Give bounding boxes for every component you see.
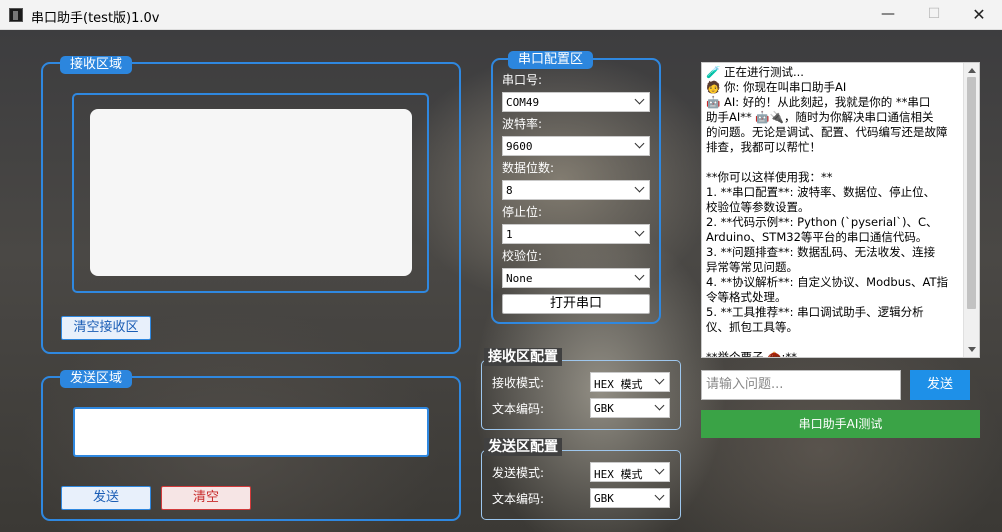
chat-line: 校验位等参数设置。 bbox=[706, 200, 810, 214]
maximize-button[interactable]: ☐ bbox=[911, 0, 957, 30]
chat-line: 仪、抓包工具等。 bbox=[706, 320, 798, 334]
send-button[interactable]: 发送 bbox=[61, 486, 151, 510]
tx-mode-label: 发送模式: bbox=[492, 466, 545, 480]
chat-line: 5. **工具推荐**: 串口调试助手、逻辑分析 bbox=[706, 305, 924, 319]
chat-line: 🤖 AI: 好的！从此刻起，我就是你的 **串口 bbox=[706, 95, 931, 109]
chat-line: 3. **问题排查**: 数据乱码、无法收发、连接 bbox=[706, 245, 936, 259]
ai-test-button[interactable]: 串口助手AI测试 bbox=[701, 410, 980, 438]
baud-select[interactable]: 9600 bbox=[502, 136, 650, 156]
baud-value: 9600 bbox=[506, 140, 533, 153]
chat-line bbox=[706, 155, 960, 170]
chat-line: 🧑 你: 你现在叫串口助手AI bbox=[706, 80, 847, 94]
chevron-down-icon bbox=[634, 182, 645, 193]
receive-textarea[interactable] bbox=[90, 109, 412, 276]
chat-line: **举个栗子 🌰:** bbox=[706, 350, 797, 358]
port-label: 串口号: bbox=[502, 73, 543, 87]
parity-label: 校验位: bbox=[502, 249, 543, 263]
tx-config-group bbox=[481, 450, 681, 520]
chat-line: 令等格式处理。 bbox=[706, 290, 787, 304]
parity-select[interactable]: None bbox=[502, 268, 650, 288]
clear-send-button[interactable]: 清空 bbox=[161, 486, 251, 510]
app-icon bbox=[9, 8, 23, 22]
send-group-title: 发送区域 bbox=[60, 370, 133, 388]
minimize-button[interactable]: — bbox=[865, 0, 911, 30]
rx-encoding-select[interactable]: GBK bbox=[590, 398, 670, 418]
stopbits-label: 停止位: bbox=[502, 205, 543, 219]
stopbits-value: 1 bbox=[506, 228, 513, 241]
question-input[interactable]: 请输入问题... bbox=[701, 370, 901, 400]
ai-send-button[interactable]: 发送 bbox=[910, 370, 970, 400]
rx-mode-label: 接收模式: bbox=[492, 376, 545, 390]
window-title: 串口助手(test版)1.0v bbox=[31, 11, 160, 26]
serial-config-title: 串口配置区 bbox=[508, 51, 594, 69]
chat-line: 4. **协议解析**: 自定义协议、Modbus、AT指 bbox=[706, 275, 948, 289]
receive-group-title: 接收区域 bbox=[60, 56, 133, 74]
baud-label: 波特率: bbox=[502, 117, 543, 131]
chat-line bbox=[706, 335, 960, 350]
chat-line: 助手AI** 🤖🔌，随时为你解决串口通信相关 bbox=[706, 110, 934, 124]
close-button[interactable]: ✕ bbox=[956, 0, 1002, 30]
chat-line: 2. **代码示例**: Python (`pyserial`)、C、 bbox=[706, 215, 938, 229]
rx-config-group bbox=[481, 360, 681, 430]
rx-mode-select[interactable]: HEX 模式 bbox=[590, 372, 670, 392]
chevron-down-icon bbox=[634, 226, 645, 237]
send-textarea[interactable] bbox=[73, 407, 429, 457]
databits-value: 8 bbox=[506, 184, 513, 197]
chat-scrollbar[interactable] bbox=[963, 63, 979, 357]
rx-encoding-value: GBK bbox=[594, 402, 614, 415]
chat-line: 1. **串口配置**: 波特率、数据位、停止位、 bbox=[706, 185, 936, 199]
chevron-down-icon bbox=[654, 400, 665, 411]
chevron-down-icon bbox=[634, 138, 645, 149]
chat-line: 的问题。无论是调试、配置、代码编写还是故障 bbox=[706, 125, 948, 139]
port-select[interactable]: COM49 bbox=[502, 92, 650, 112]
chevron-down-icon bbox=[654, 490, 665, 501]
tx-encoding-value: GBK bbox=[594, 492, 614, 505]
parity-value: None bbox=[506, 272, 533, 285]
chat-text: 🧪 正在进行测试... 🧑 你: 你现在叫串口助手AI 🤖 AI: 好的！从此刻起，… bbox=[706, 65, 960, 358]
stopbits-select[interactable]: 1 bbox=[502, 224, 650, 244]
chat-line: 🧪 正在进行测试... bbox=[706, 65, 804, 79]
tx-mode-select[interactable]: HEX 模式 bbox=[590, 462, 670, 482]
ai-chat-log[interactable]: 🧪 正在进行测试... 🧑 你: 你现在叫串口助手AI 🤖 AI: 好的！从此刻起，… bbox=[701, 62, 980, 358]
databits-label: 数据位数: bbox=[502, 161, 555, 175]
rx-config-title: 接收区配置 bbox=[484, 348, 562, 366]
chevron-down-icon bbox=[634, 94, 645, 105]
databits-select[interactable]: 8 bbox=[502, 180, 650, 200]
tx-mode-value: HEX 模式 bbox=[594, 468, 643, 481]
scroll-thumb[interactable] bbox=[967, 77, 976, 309]
scroll-up-icon[interactable] bbox=[968, 68, 976, 73]
chat-line: **你可以这样使用我：** bbox=[706, 170, 833, 184]
clear-receive-button[interactable]: 清空接收区 bbox=[61, 316, 151, 340]
scroll-down-icon[interactable] bbox=[968, 347, 976, 352]
port-value: COM49 bbox=[506, 96, 540, 109]
chevron-down-icon bbox=[654, 464, 665, 475]
chevron-down-icon bbox=[634, 270, 645, 281]
tx-encoding-label: 文本编码: bbox=[492, 492, 545, 506]
chat-line: 异常等常见问题。 bbox=[706, 260, 798, 274]
tx-encoding-select[interactable]: GBK bbox=[590, 488, 670, 508]
open-port-button[interactable]: 打开串口 bbox=[502, 294, 650, 314]
title-bar: 串口助手(test版)1.0v — ☐ ✕ bbox=[0, 0, 1002, 30]
rx-encoding-label: 文本编码: bbox=[492, 402, 545, 416]
chat-line: 排查，我都可以帮忙！ bbox=[706, 140, 821, 154]
tx-config-title: 发送区配置 bbox=[484, 438, 562, 456]
chevron-down-icon bbox=[654, 374, 665, 385]
chat-line: Arduino、STM32等平台的串口通信代码。 bbox=[706, 230, 928, 244]
rx-mode-value: HEX 模式 bbox=[594, 378, 643, 391]
